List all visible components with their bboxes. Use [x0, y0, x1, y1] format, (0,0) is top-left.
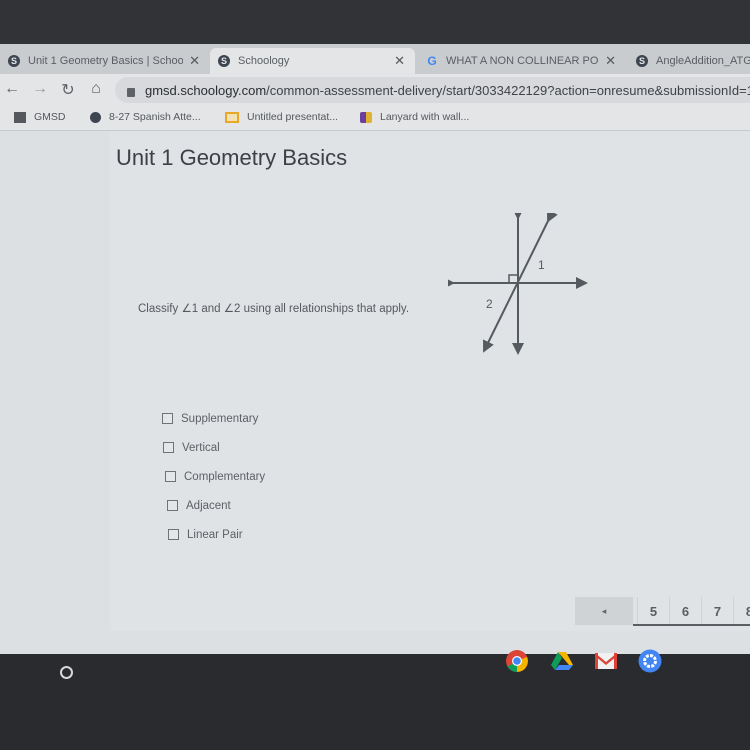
question-pagination: ◂ 5 6 7 8 — [575, 597, 750, 625]
tab-title: AngleAddition_ATG — [656, 55, 750, 67]
option-label: Vertical — [182, 441, 220, 454]
browser-window: S Unit 1 Geometry Basics | Schoo ✕ S Sch… — [0, 44, 750, 654]
option-supplementary[interactable]: Supplementary — [162, 404, 265, 433]
previous-page-button[interactable]: ◂ — [575, 597, 633, 625]
transversal-line — [483, 213, 558, 353]
page-title: Unit 1 Geometry Basics — [116, 145, 348, 170]
launcher-icon[interactable] — [60, 666, 73, 679]
url-host: gmsd.schoology.com — [145, 82, 267, 98]
bookmark-presentation[interactable]: Untitled presentat... — [225, 111, 338, 123]
schoology-icon — [90, 111, 101, 123]
angle-figure: 1 2 — [448, 213, 588, 355]
bookmark-gmsd[interactable]: GMSD — [14, 111, 66, 123]
tab-title: Unit 1 Geometry Basics | Schoo — [28, 55, 184, 67]
url-text: gmsd.schoology.com/common-assessment-del… — [145, 83, 750, 98]
option-label: Linear Pair — [187, 528, 243, 541]
tab-title: WHAT A NON COLLINEAR POI — [446, 55, 600, 67]
checkbox[interactable] — [165, 471, 176, 482]
tab-unit1-geometry[interactable]: S Unit 1 Geometry Basics | Schoo ✕ — [0, 48, 210, 74]
option-linear-pair[interactable]: Linear Pair — [168, 520, 265, 549]
question-prefix: Classify — [138, 303, 182, 315]
bookmark-label: Untitled presentat... — [247, 111, 339, 123]
browser-toolbar: ← → ↻ ⌂ gmsd.schoology.com/common-assess… — [0, 74, 750, 106]
bookmark-label: 8-27 Spanish Atte... — [109, 111, 201, 123]
checkbox[interactable] — [163, 442, 174, 453]
url-path: /common-assessment-delivery/start/303342… — [266, 82, 750, 98]
bookmarks-bar: GMSD 8-27 Spanish Atte... Untitled prese… — [0, 106, 750, 131]
option-label: Complementary — [184, 470, 266, 483]
tab-schoology[interactable]: S Schoology ✕ — [210, 48, 415, 74]
home-icon[interactable]: ⌂ — [86, 80, 106, 98]
shopping-bag-icon — [360, 111, 372, 123]
close-icon[interactable]: ✕ — [394, 53, 405, 69]
monitor-bezel — [0, 0, 750, 44]
bookmark-label: Lanyard with wall... — [380, 111, 470, 123]
right-angle-marker — [508, 274, 518, 283]
tab-title: Schoology — [238, 55, 290, 67]
option-complementary[interactable]: Complementary — [165, 462, 265, 491]
back-arrow-icon[interactable]: ← — [2, 80, 22, 98]
schoology-icon: S — [218, 55, 230, 67]
forward-arrow-icon[interactable]: → — [30, 80, 50, 98]
settings-icon[interactable] — [638, 649, 662, 673]
checkbox[interactable] — [168, 529, 179, 540]
tab-google-search[interactable]: G WHAT A NON COLLINEAR POI ✕ — [418, 48, 626, 74]
page-5-button[interactable]: 5 — [637, 597, 669, 625]
gmail-icon[interactable] — [594, 649, 618, 673]
address-bar[interactable]: gmsd.schoology.com/common-assessment-del… — [115, 77, 750, 103]
checkbox[interactable] — [162, 413, 173, 424]
page-7-button[interactable]: 7 — [701, 597, 733, 625]
tab-angle-addition[interactable]: S AngleAddition_ATG — [628, 48, 750, 74]
angle-2-symbol: ∠2 — [223, 303, 241, 315]
option-label: Supplementary — [181, 412, 259, 425]
close-icon[interactable]: ✕ — [189, 53, 200, 69]
question-suffix: using all relationships that apply. — [240, 303, 410, 315]
angle-2-label: 2 — [486, 297, 493, 311]
assessment-panel — [110, 131, 750, 631]
reload-icon[interactable]: ↻ — [58, 80, 78, 100]
page-body: Unit 1 Geometry Basics Classify ∠1 and ∠… — [0, 131, 750, 654]
schoology-icon: S — [8, 55, 20, 67]
page-6-button[interactable]: 6 — [669, 597, 701, 625]
bookmark-spanish[interactable]: 8-27 Spanish Atte... — [90, 111, 201, 123]
angle-1-label: 1 — [538, 258, 545, 272]
page-8-button[interactable]: 8 — [733, 597, 750, 625]
answer-options: Supplementary Vertical Complementary Adj… — [162, 404, 265, 549]
bookmark-lanyard[interactable]: Lanyard with wall... — [360, 111, 469, 123]
current-page-indicator — [633, 624, 750, 626]
folder-icon — [14, 111, 26, 123]
option-vertical[interactable]: Vertical — [163, 433, 265, 462]
question-middle: and — [198, 303, 224, 315]
slides-icon — [225, 111, 239, 123]
tab-strip: S Unit 1 Geometry Basics | Schoo ✕ S Sch… — [0, 44, 750, 74]
bookmark-label: GMSD — [34, 111, 66, 123]
schoology-icon: S — [636, 55, 648, 67]
checkbox[interactable] — [167, 500, 178, 511]
chrome-icon[interactable] — [505, 649, 529, 673]
google-icon: G — [427, 54, 437, 68]
angle-1-symbol: ∠1 — [181, 303, 199, 315]
close-icon[interactable]: ✕ — [605, 53, 616, 69]
question-text: Classify ∠1 and ∠2 using all relationshi… — [138, 301, 409, 315]
option-label: Adjacent — [186, 499, 231, 512]
google-drive-icon[interactable] — [550, 649, 574, 673]
lock-icon — [127, 87, 135, 97]
option-adjacent[interactable]: Adjacent — [167, 491, 265, 520]
